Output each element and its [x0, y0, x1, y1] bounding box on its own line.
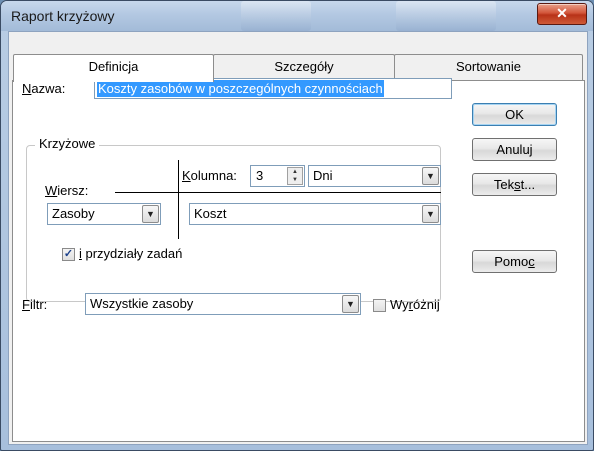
chevron-down-icon[interactable]: ▼: [422, 205, 439, 223]
name-label: Nazwa:: [22, 81, 66, 96]
row-label: Wiersz:: [45, 183, 89, 198]
tab-sortowanie[interactable]: Sortowanie: [394, 54, 583, 81]
cross-divider-horizontal: [115, 192, 441, 193]
help-button[interactable]: Pomoc: [472, 250, 557, 273]
highlight-checkbox[interactable]: [373, 299, 386, 312]
tab-label: Szczegóły: [274, 59, 334, 74]
crosstab-group-title: Krzyżowe: [35, 136, 100, 151]
spin-arrows-icon[interactable]: ▲ ▼: [287, 167, 303, 185]
row-select[interactable]: Zasoby ▼: [47, 203, 161, 225]
column-unit-select[interactable]: Dni ▼: [308, 165, 441, 187]
field-select-value: Koszt: [194, 206, 227, 221]
dialog-client-area: Definicja Szczegóły Sortowanie Nazwa: Ko…: [8, 31, 588, 445]
column-label: Kolumna:: [182, 168, 237, 183]
title-bar[interactable]: Raport krzyżowy ✕: [1, 1, 593, 31]
dialog-window: Raport krzyżowy ✕ Definicja Szczegóły So…: [0, 0, 594, 451]
tab-definicja[interactable]: Definicja: [13, 54, 214, 82]
text-button[interactable]: Tekst...: [472, 173, 557, 196]
assignments-checkbox[interactable]: ✓: [62, 248, 75, 261]
column-spin-input[interactable]: 3 ▲ ▼: [250, 165, 305, 187]
column-spin-value: 3: [256, 168, 264, 183]
tab-szczegoly[interactable]: Szczegóły: [213, 54, 395, 81]
cancel-button[interactable]: Anuluj: [472, 138, 557, 161]
window-title: Raport krzyżowy: [11, 8, 115, 24]
title-bar-decoration: [241, 1, 311, 31]
chevron-down-icon[interactable]: ▼: [422, 167, 439, 185]
cross-divider-vertical: [178, 160, 179, 239]
filter-select[interactable]: Wszystkie zasoby ▼: [85, 293, 361, 315]
filter-label: Filtr:: [22, 297, 48, 312]
chevron-down-icon[interactable]: ▼: [342, 295, 359, 313]
close-icon: ✕: [556, 5, 568, 21]
highlight-label: Wyróżnij: [390, 297, 440, 312]
field-select[interactable]: Koszt ▼: [189, 203, 441, 225]
ok-button[interactable]: OK: [472, 103, 557, 126]
row-select-value: Zasoby: [52, 206, 95, 221]
name-input-value: Koszty zasobów w poszczególnych czynnośc…: [97, 80, 384, 97]
assignments-label: i przydziały zadań: [79, 246, 183, 261]
close-button[interactable]: ✕: [537, 3, 587, 25]
tab-label: Definicja: [88, 59, 139, 74]
column-unit-value: Dni: [313, 168, 333, 183]
chevron-down-icon[interactable]: ▼: [142, 205, 159, 223]
title-bar-decoration: [396, 1, 496, 31]
tab-label: Sortowanie: [455, 59, 522, 74]
filter-select-value: Wszystkie zasoby: [90, 296, 194, 311]
